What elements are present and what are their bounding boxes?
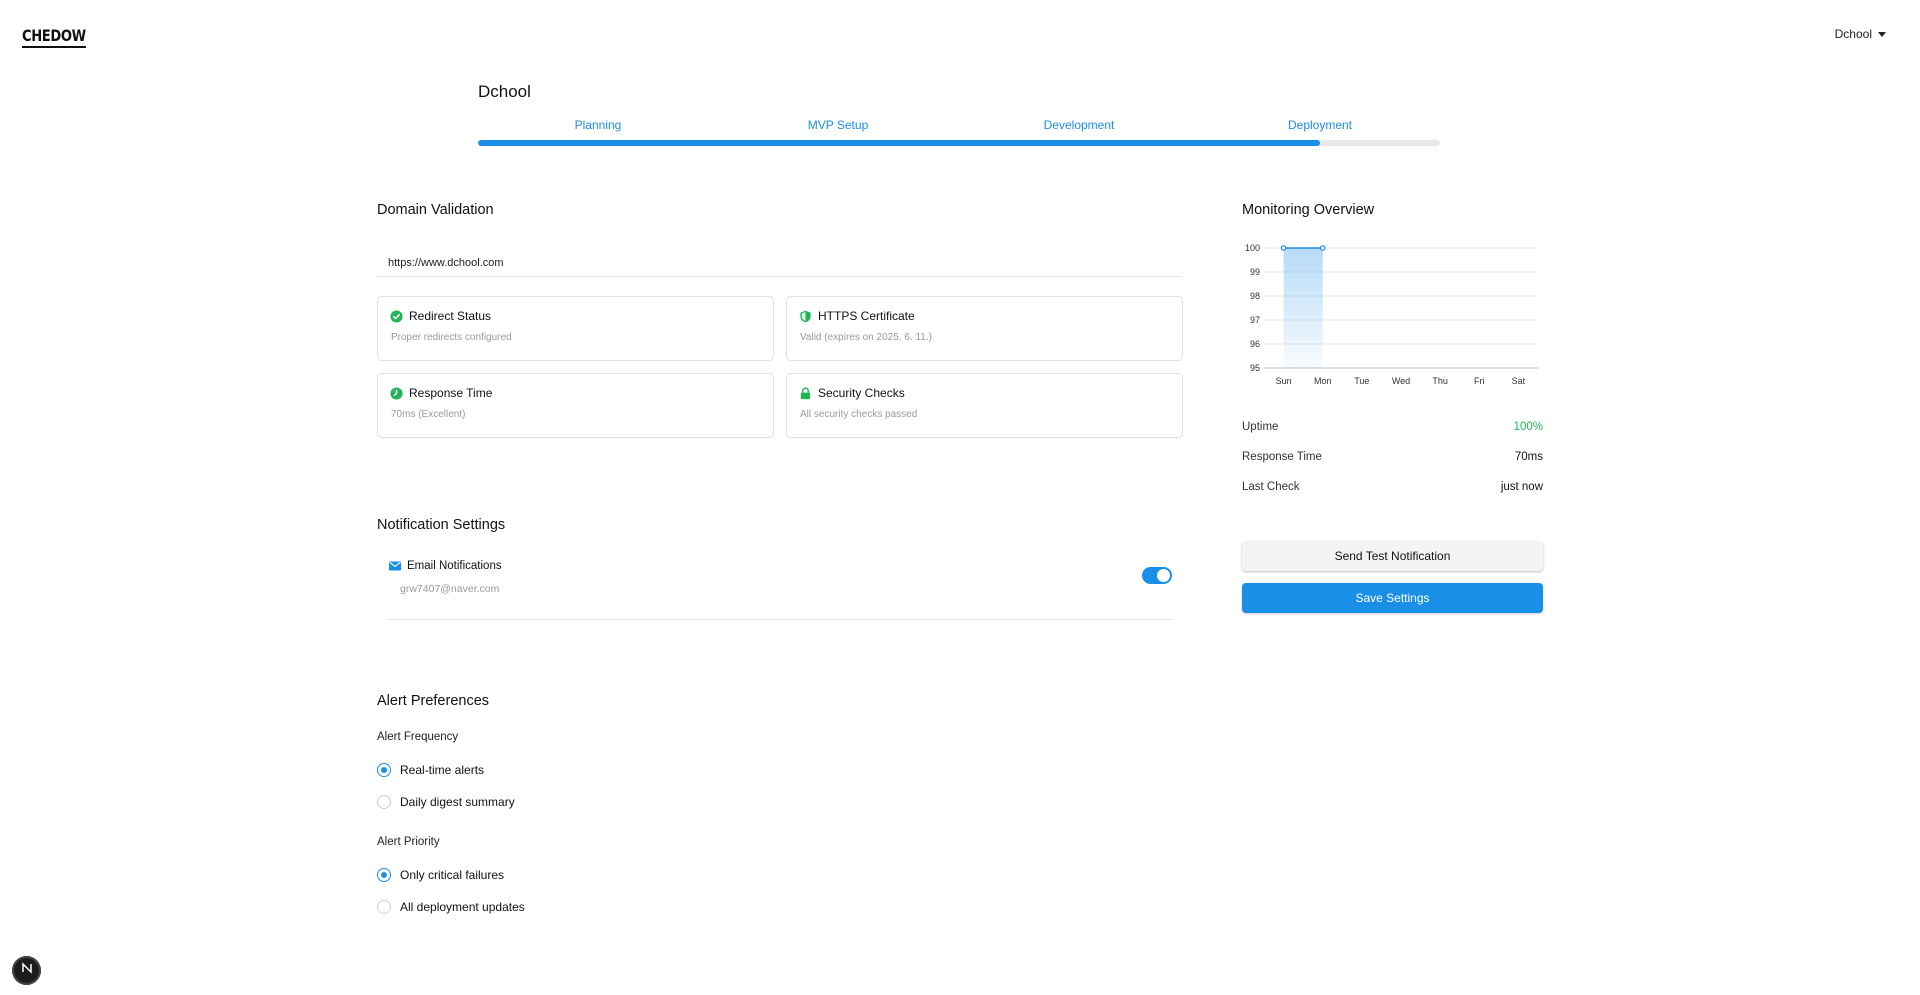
save-settings-button[interactable]: Save Settings: [1242, 583, 1543, 613]
redirect-status-card: Redirect Status Proper redirects configu…: [377, 296, 774, 361]
domain-url-input[interactable]: [377, 244, 1182, 277]
radio-only-critical[interactable]: Only critical failures: [377, 868, 504, 882]
caret-down-icon: [1878, 31, 1886, 37]
card-title: Response Time: [409, 386, 493, 400]
radio-all-updates[interactable]: All deployment updates: [377, 900, 525, 914]
alert-frequency-label: Alert Frequency: [377, 731, 459, 743]
radio-button[interactable]: [377, 868, 391, 882]
logo[interactable]: CHEDOW: [22, 26, 86, 48]
x-tick-label: Thu: [1432, 376, 1448, 386]
metric-uptime: Uptime 100%: [1242, 421, 1543, 433]
uptime-chart: 100 99 98 97 96 95 Sun Mon Tue Wed Thu Fri Sat: [1245, 243, 1538, 386]
radio-label: Real-time alerts: [400, 763, 485, 777]
radio-button[interactable]: [377, 900, 391, 914]
lock-icon: [799, 386, 812, 400]
data-point: [1319, 245, 1326, 251]
https-certificate-card: HTTPS Certificate Valid (expires on 2025…: [786, 296, 1183, 361]
y-tick-label: 97: [1250, 315, 1260, 325]
alert-priority-label: Alert Priority: [377, 836, 440, 848]
card-title: Security Checks: [818, 386, 905, 400]
notification-settings-title: Notification Settings: [377, 517, 506, 533]
radio-label: All deployment updates: [400, 900, 525, 914]
progress-bar: [478, 140, 1440, 146]
data-point: [1280, 245, 1287, 251]
x-tick-label: Sun: [1276, 376, 1292, 386]
metric-last-check: Last Check just now: [1242, 481, 1543, 493]
x-tick-label: Sat: [1512, 376, 1526, 386]
metric-label: Last Check: [1242, 481, 1300, 493]
check-circle-icon: [390, 309, 403, 323]
y-tick-label: 99: [1250, 267, 1260, 277]
email-notifications-toggle[interactable]: [1142, 567, 1172, 584]
monitoring-overview-title: Monitoring Overview: [1242, 202, 1375, 218]
dev-tools-badge[interactable]: [12, 956, 41, 985]
project-menu-label: Dchool: [1834, 27, 1872, 41]
envelope-icon: [388, 559, 401, 572]
card-title: HTTPS Certificate: [818, 309, 915, 323]
metric-label: Response Time: [1242, 451, 1322, 463]
step-mvp-setup[interactable]: MVP Setup: [808, 118, 868, 132]
toggle-knob: [1157, 569, 1170, 582]
x-tick-label: Fri: [1474, 376, 1485, 386]
page-title: Dchool: [478, 82, 531, 101]
x-tick-label: Mon: [1314, 376, 1332, 386]
y-tick-label: 95: [1250, 363, 1260, 373]
domain-validation-title: Domain Validation: [377, 202, 494, 218]
radio-button[interactable]: [377, 795, 391, 809]
stepper: Planning MVP Setup Development Deploymen…: [478, 118, 1440, 136]
step-development[interactable]: Development: [1044, 118, 1115, 132]
send-test-notification-button[interactable]: Send Test Notification: [1242, 541, 1543, 571]
x-tick-label: Tue: [1354, 376, 1369, 386]
metric-response-time: Response Time 70ms: [1242, 451, 1543, 463]
card-desc: All security checks passed: [800, 409, 918, 420]
n-logo-icon: [20, 961, 34, 980]
radio-realtime-alerts[interactable]: Real-time alerts: [377, 763, 484, 777]
alert-preferences-title: Alert Preferences: [377, 693, 490, 709]
step-planning[interactable]: Planning: [575, 118, 622, 132]
radio-button[interactable]: [377, 763, 391, 777]
security-checks-card: Security Checks All security checks pass…: [786, 373, 1183, 438]
step-deployment[interactable]: Deployment: [1288, 118, 1352, 132]
area-fill: [1283, 248, 1323, 368]
metric-value: 100%: [1513, 421, 1543, 433]
shield-check-icon: [799, 310, 812, 323]
card-desc: Valid (expires on 2025. 6. 11.): [800, 332, 932, 343]
project-menu[interactable]: Dchool: [1835, 27, 1886, 41]
y-tick-label: 100: [1245, 243, 1260, 253]
metric-label: Uptime: [1242, 421, 1279, 433]
radio-daily-digest[interactable]: Daily digest summary: [377, 795, 515, 809]
email-notifications-label: Email Notifications: [407, 559, 502, 572]
metric-value: 70ms: [1514, 451, 1543, 463]
clock-check-icon: [390, 386, 403, 400]
y-tick-label: 98: [1250, 291, 1260, 301]
radio-label: Daily digest summary: [400, 795, 515, 809]
card-desc: Proper redirects configured: [391, 332, 512, 343]
email-notification-row: Email Notifications grw7407@naver.com: [388, 559, 1172, 620]
metric-value: just now: [1500, 481, 1543, 493]
x-tick-label: Wed: [1392, 376, 1410, 386]
y-tick-label: 96: [1250, 339, 1260, 349]
card-desc: 70ms (Excellent): [391, 409, 466, 420]
response-time-card: Response Time 70ms (Excellent): [377, 373, 774, 438]
card-title: Redirect Status: [409, 309, 492, 323]
progress-fill: [478, 140, 1320, 146]
radio-label: Only critical failures: [400, 868, 505, 882]
email-address: grw7407@naver.com: [400, 583, 500, 595]
